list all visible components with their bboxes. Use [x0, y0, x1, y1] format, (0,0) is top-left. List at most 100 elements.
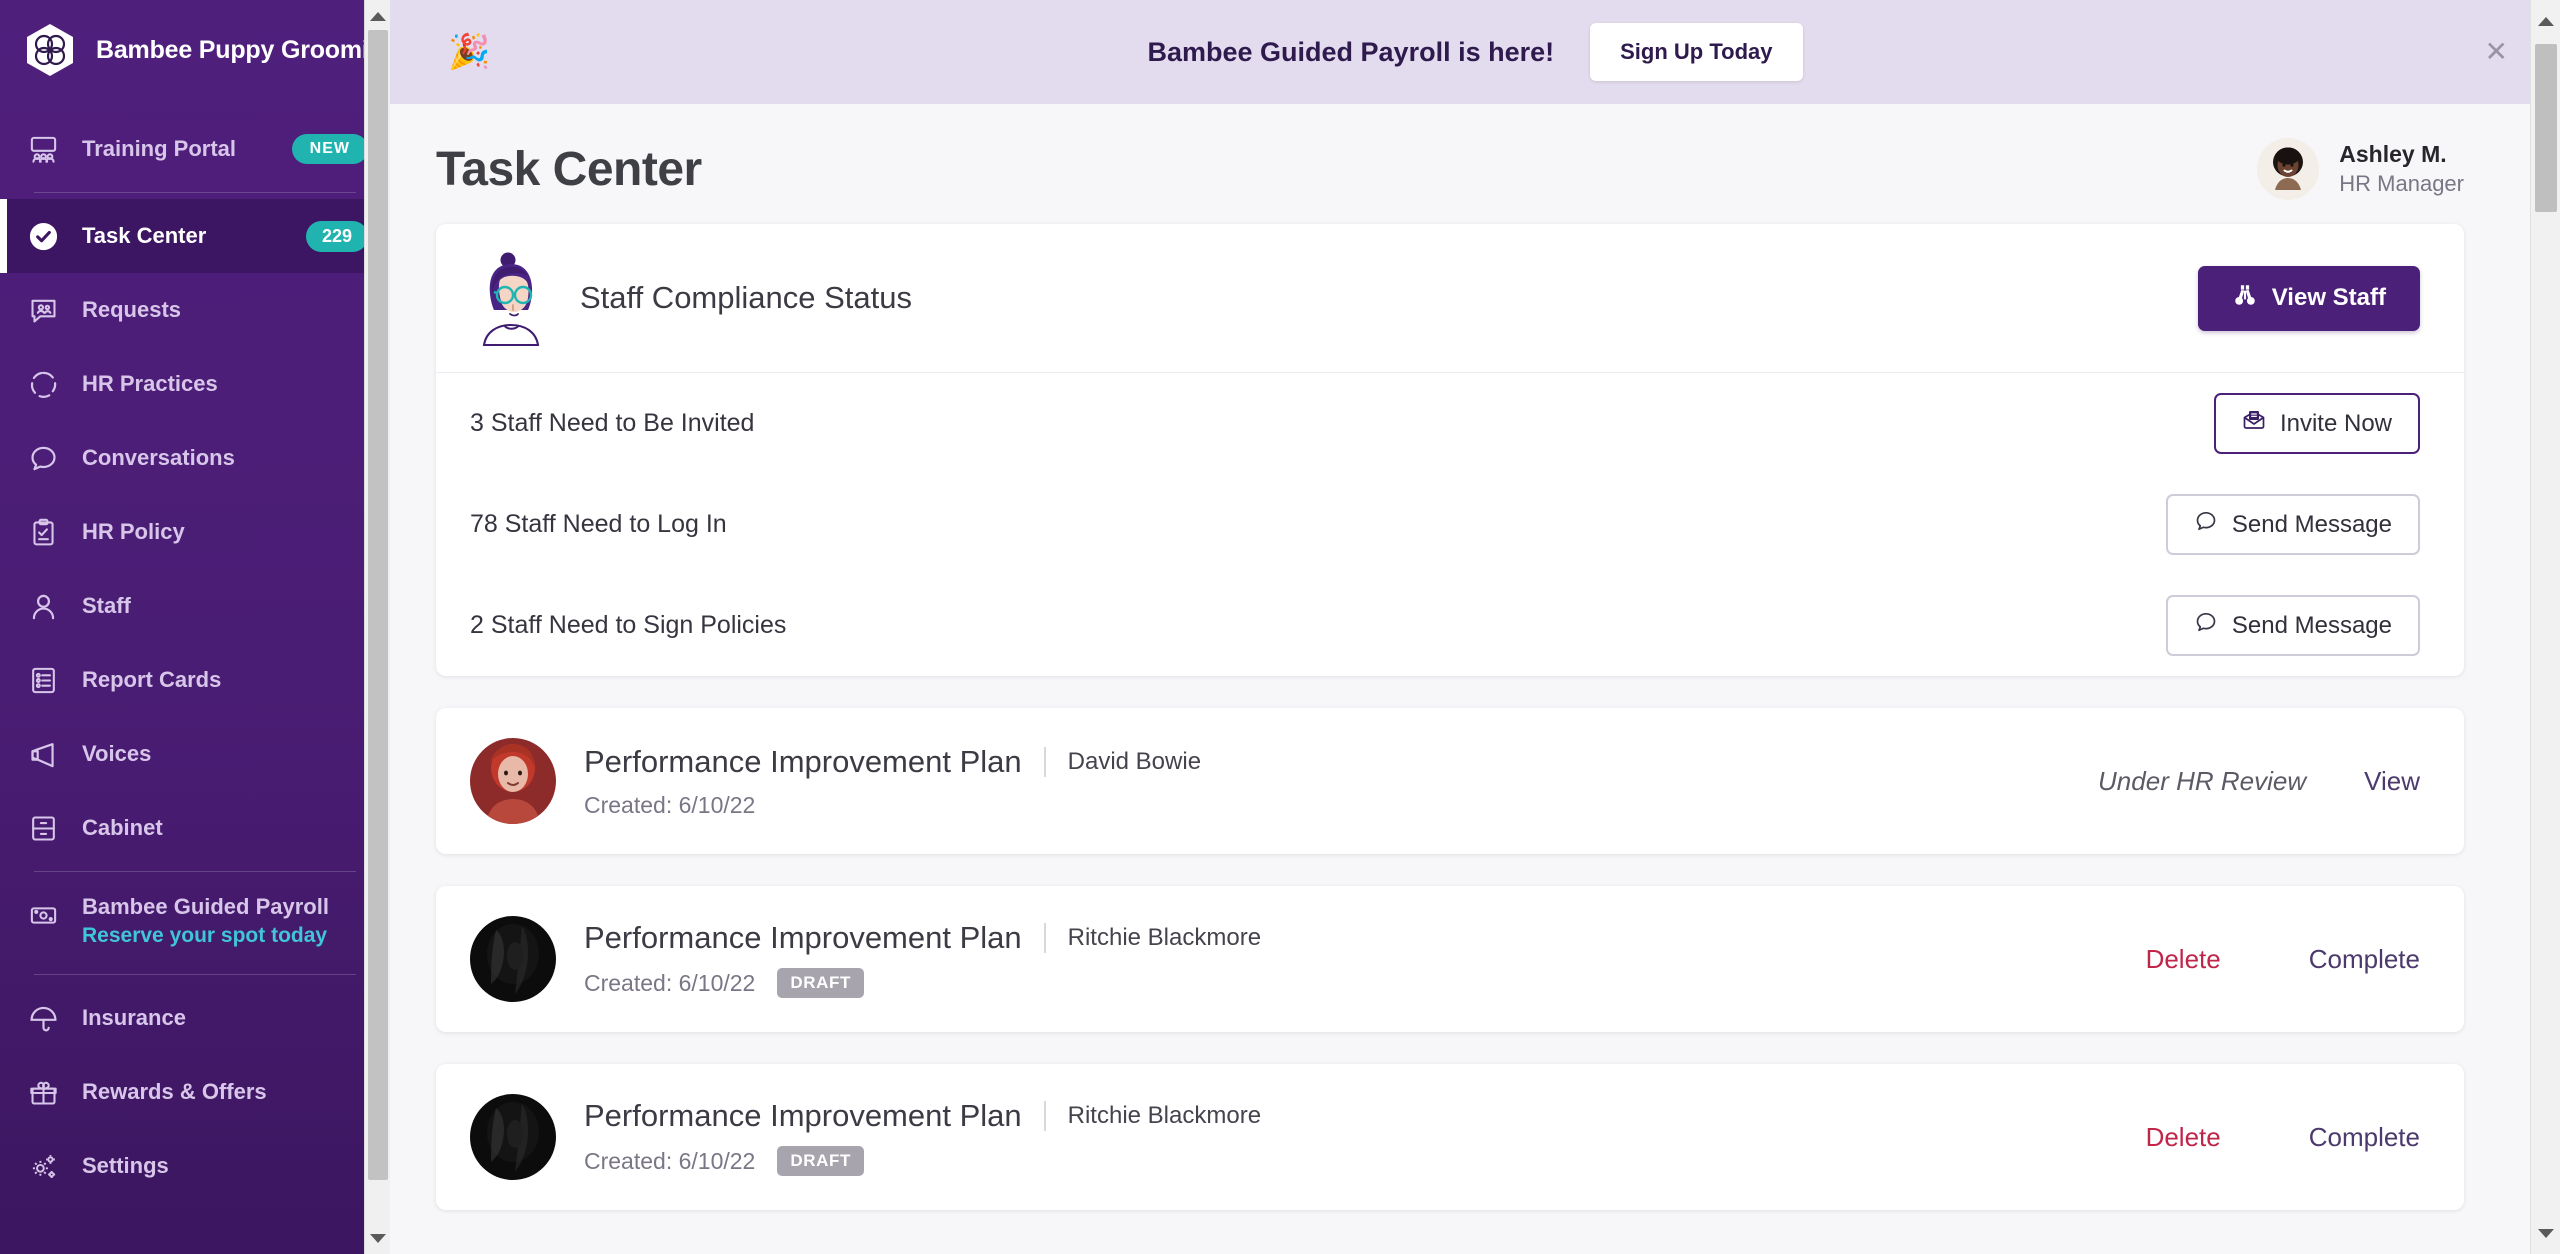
delete-link[interactable]: Delete	[2146, 944, 2221, 975]
scroll-up-arrow-icon[interactable]	[365, 2, 390, 30]
circle-dashes-icon	[26, 367, 60, 401]
sidebar-item-label: Voices	[82, 741, 152, 766]
binoculars-icon	[2232, 282, 2258, 315]
task-divider	[1043, 746, 1046, 777]
sidebar-item-staff[interactable]: Staff	[0, 569, 390, 643]
task-row[interactable]: Performance Improvement Plan Ritchie Bla…	[436, 886, 2464, 1032]
gears-icon	[26, 1149, 60, 1183]
sidebar-item-voices[interactable]: Voices	[0, 717, 390, 791]
brand-name: Bambee Puppy Grooming	[96, 35, 386, 64]
avatar	[470, 738, 556, 824]
task-created-date: Created: 6/10/22	[584, 1147, 756, 1174]
bambee-clover-logo-icon	[22, 22, 78, 78]
sidebar-item-training-portal[interactable]: Training Portal NEW	[0, 112, 390, 186]
money-bill-icon	[26, 898, 60, 932]
status-badge: DRAFT	[777, 968, 864, 998]
compliance-row-label: 3 Staff Need to Be Invited	[470, 409, 755, 437]
person-glasses-illustration-icon	[470, 250, 552, 346]
task-title: Performance Improvement Plan	[584, 920, 1022, 955]
sidebar-item-label: Task Center	[82, 223, 207, 248]
content-area: Staff Compliance Status View Staff 3 Sta…	[390, 224, 2560, 1210]
sidebar-item-label: Cabinet	[82, 815, 163, 840]
scroll-down-arrow-icon[interactable]	[365, 1224, 390, 1252]
main-content: 🎉 Bambee Guided Payroll is here! Sign Up…	[390, 0, 2560, 1254]
sidebar-item-hr-policy[interactable]: HR Policy	[0, 495, 390, 569]
sidebar-item-label: HR Practices	[82, 371, 218, 396]
brand[interactable]: Bambee Puppy Grooming	[0, 0, 390, 100]
close-icon[interactable]: ✕	[2485, 38, 2508, 66]
send-message-button[interactable]: Send Message	[2165, 595, 2420, 656]
main-scrollbar[interactable]	[2530, 0, 2560, 1254]
compliance-row: 78 Staff Need to Log In Send Message	[436, 474, 2464, 575]
check-circle-icon	[26, 219, 60, 253]
staff-compliance-header: Staff Compliance Status View Staff	[436, 224, 2464, 373]
sidebar-divider	[34, 974, 356, 975]
sidebar-item-conversations[interactable]: Conversations	[0, 421, 390, 495]
sidebar-item-label: Conversations	[82, 445, 235, 470]
scroll-down-arrow-icon[interactable]	[2531, 1218, 2560, 1248]
sign-up-today-button[interactable]: Sign Up Today	[1590, 23, 1803, 81]
sidebar-item-label: Requests	[82, 297, 182, 322]
main-scrollbar-thumb[interactable]	[2535, 44, 2557, 212]
sidebar-divider	[34, 871, 356, 872]
sidebar-item-requests[interactable]: Requests	[0, 273, 390, 347]
invite-now-button[interactable]: Invite Now	[2213, 393, 2420, 454]
scroll-up-arrow-icon[interactable]	[2531, 6, 2560, 36]
umbrella-icon	[26, 1001, 60, 1035]
sidebar-item-hr-practices[interactable]: HR Practices	[0, 347, 390, 421]
sidebar-item-rewards-offers[interactable]: Rewards & Offers	[0, 1055, 390, 1129]
sidebar-item-report-cards[interactable]: Report Cards	[0, 643, 390, 717]
task-person: David Bowie	[1067, 747, 1202, 775]
send-message-button[interactable]: Send Message	[2165, 494, 2420, 555]
task-person: Ritchie Blackmore	[1067, 1102, 1262, 1129]
avatar	[470, 1094, 556, 1180]
task-row[interactable]: Performance Improvement Plan David Bowie…	[436, 708, 2464, 854]
sidebar-scrollbar-thumb[interactable]	[368, 30, 388, 1180]
sidebar-nav: Training Portal NEW Task Center 229 Requ…	[0, 100, 390, 1203]
sidebar-item-insurance[interactable]: Insurance	[0, 981, 390, 1055]
page-header: Task Center Ashley M. HR Manager	[390, 104, 2560, 224]
sidebar-item-label: Report Cards	[82, 667, 222, 692]
status-badge: DRAFT	[777, 1146, 864, 1176]
sidebar-item-settings[interactable]: Settings	[0, 1129, 390, 1203]
view-link[interactable]: View	[2364, 766, 2420, 797]
task-created-date: Created: 6/10/22	[584, 791, 756, 818]
report-list-icon	[26, 663, 60, 697]
message-bubble-icon	[2194, 509, 2218, 540]
gift-icon	[26, 1075, 60, 1109]
compliance-row: 3 Staff Need to Be Invited Invite Now	[436, 373, 2464, 474]
sidebar-scrollbar[interactable]	[364, 0, 390, 1254]
staff-compliance-title: Staff Compliance Status	[580, 280, 912, 315]
file-cabinet-icon	[26, 811, 60, 845]
sidebar-item-bambee-guided-payroll[interactable]: Bambee Guided Payroll Reserve your spot …	[0, 878, 390, 968]
megaphone-icon	[26, 737, 60, 771]
promo-banner: 🎉 Bambee Guided Payroll is here! Sign Up…	[390, 0, 2560, 104]
sidebar-item-label: HR Policy	[82, 519, 185, 544]
complete-link[interactable]: Complete	[2309, 944, 2420, 975]
user-icon	[26, 589, 60, 623]
envelope-invite-icon	[2242, 408, 2266, 439]
sidebar-divider	[34, 192, 356, 193]
task-row[interactable]: Performance Improvement Plan Ritchie Bla…	[436, 1064, 2464, 1210]
delete-link[interactable]: Delete	[2146, 1122, 2221, 1153]
message-bubble-icon	[2194, 610, 2218, 641]
user-profile[interactable]: Ashley M. HR Manager	[2257, 138, 2464, 200]
compliance-row-label: 2 Staff Need to Sign Policies	[470, 611, 787, 639]
task-person: Ritchie Blackmore	[1067, 924, 1262, 951]
sidebar-item-label: Staff	[82, 593, 131, 618]
status-badge: Under HR Review	[2098, 765, 2307, 796]
view-staff-label: View Staff	[2271, 284, 2386, 311]
badge-new: NEW	[291, 134, 368, 164]
user-role: HR Manager	[2339, 171, 2464, 196]
send-message-label: Send Message	[2231, 510, 2392, 538]
complete-link[interactable]: Complete	[2309, 1122, 2420, 1153]
sidebar-item-task-center[interactable]: Task Center 229	[0, 199, 390, 273]
sidebar-item-cabinet[interactable]: Cabinet	[0, 791, 390, 865]
sidebar-item-label: Insurance	[82, 1005, 186, 1030]
invite-now-label: Invite Now	[2279, 409, 2392, 437]
sidebar-item-sublabel: Reserve your spot today	[82, 924, 328, 947]
sidebar-item-label: Bambee Guided Payroll	[82, 894, 329, 919]
sidebar: Bambee Puppy Grooming Training Portal NE…	[0, 0, 390, 1254]
sidebar-item-label: Settings	[82, 1153, 169, 1178]
view-staff-button[interactable]: View Staff	[2197, 265, 2420, 331]
